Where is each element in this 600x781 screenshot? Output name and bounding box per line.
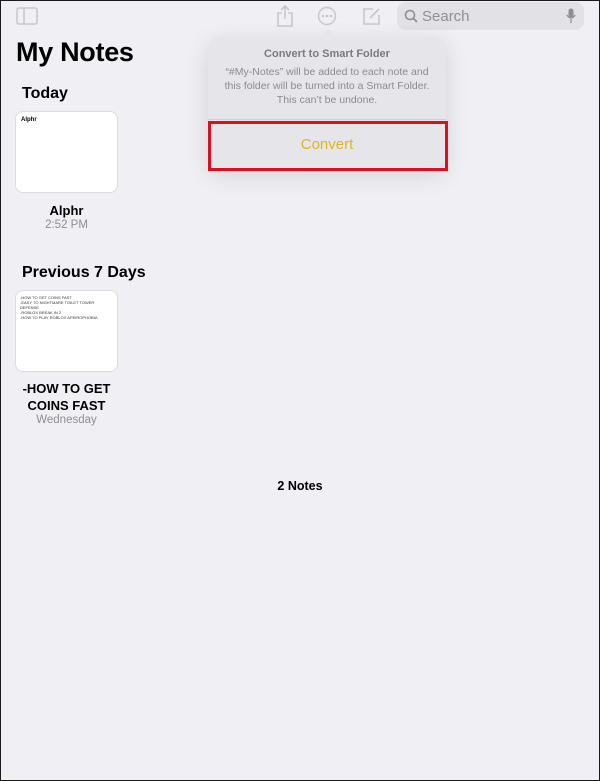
compose-icon[interactable] xyxy=(361,5,383,27)
popover-message: “#My-Notes” will be added to each note a… xyxy=(224,66,430,106)
share-icon[interactable] xyxy=(275,4,295,28)
popover-arrow xyxy=(319,29,337,38)
microphone-icon[interactable] xyxy=(566,8,576,24)
search-icon xyxy=(404,9,418,23)
note-thumbnail[interactable]: -HOW TO GET COINS FAST -EASY TO NIGHTMAR… xyxy=(15,290,118,372)
note-title-line: COINS FAST xyxy=(27,398,106,413)
ellipsis-circle-icon[interactable] xyxy=(316,5,338,27)
search-input[interactable] xyxy=(418,7,552,25)
note-title[interactable]: -HOW TO GET COINS FAST xyxy=(10,380,123,414)
note-title[interactable]: Alphr xyxy=(15,202,118,219)
thumbnail-text: -HOW TO GET COINS FAST -EASY TO NIGHTMAR… xyxy=(20,295,98,320)
convert-button[interactable]: Convert xyxy=(208,120,446,169)
note-thumbnail[interactable]: Alphr xyxy=(15,111,118,193)
note-date: Wednesday xyxy=(36,414,97,426)
section-title-today: Today xyxy=(22,85,68,102)
thumbnail-text: Alphr xyxy=(21,117,37,123)
note-date: 2:52 PM xyxy=(45,219,88,231)
sidebar-icon[interactable] xyxy=(16,6,38,26)
search-field[interactable] xyxy=(397,2,584,30)
section-title-previous-7-days: Previous 7 Days xyxy=(22,264,146,281)
convert-smart-folder-popover: Convert to Smart Folder “#My-Notes” will… xyxy=(208,29,446,169)
page-title: My Notes xyxy=(16,37,134,67)
popover-title: Convert to Smart Folder xyxy=(264,48,390,60)
note-count: 2 Notes xyxy=(277,479,323,493)
note-title-line: -HOW TO GET xyxy=(22,381,111,396)
